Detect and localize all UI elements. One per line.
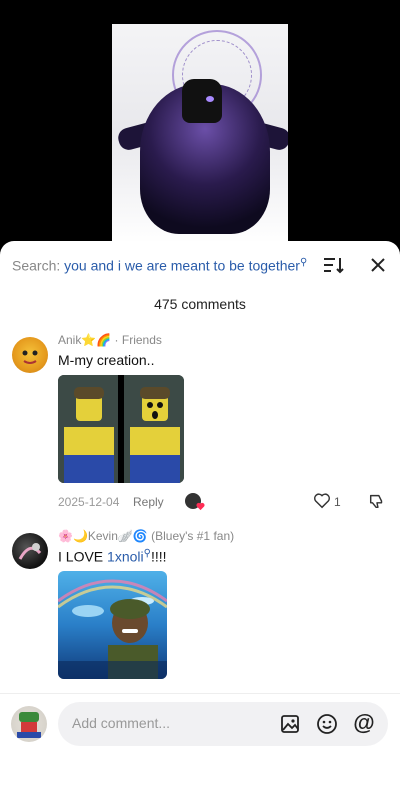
comment-search-link[interactable]: 1xnoli (107, 549, 144, 565)
comment-text: M-my creation.. (58, 352, 155, 368)
like-count: 1 (334, 495, 341, 509)
video-art-eye (206, 96, 214, 102)
search-magnifier-icon[interactable]: ⚲ (300, 257, 307, 268)
comment-username[interactable]: 🌸🌙Kevin🪽🌀 (Bluey's #1 fan) (58, 529, 234, 543)
video-frame[interactable] (112, 24, 288, 244)
heart-outline-icon[interactable] (313, 492, 331, 510)
reply-button[interactable]: Reply (133, 495, 164, 509)
comment-text: I LOVE 1xnoli⚲!!!! (58, 548, 167, 565)
image-icon[interactable] (280, 714, 300, 734)
close-icon[interactable] (368, 255, 388, 275)
comment-input[interactable]: Add comment... (58, 702, 388, 746)
sort-icon[interactable] (322, 255, 344, 275)
avatar[interactable] (12, 533, 48, 569)
comment-input-placeholder: Add comment... (72, 715, 171, 731)
comment-date: 2025-12-04 (58, 495, 120, 509)
my-avatar[interactable] (11, 706, 47, 742)
screen: Search: you and i we are meant to be tog… (0, 0, 400, 800)
emoji-icon[interactable] (316, 713, 338, 735)
at-icon[interactable]: @ (353, 712, 375, 734)
comment-composer: Add comment... (0, 693, 400, 800)
comment-text-suffix: !!!! (150, 548, 167, 565)
heart-badge-icon (196, 502, 205, 511)
my-avatar-art-icon (17, 712, 41, 738)
video-art-head (182, 79, 222, 123)
dislike-icon[interactable] (368, 492, 386, 510)
search-query[interactable]: you and i we are meant to be together (64, 258, 300, 274)
comment-text-prefix: I LOVE (58, 548, 108, 565)
comment-username[interactable]: Anik⭐🌈 · Friends (58, 333, 162, 347)
comment-image[interactable] (58, 375, 184, 483)
avatar-face-icon (22, 350, 38, 364)
comment-image[interactable] (58, 571, 167, 679)
comment-search-magnifier-icon[interactable]: ⚲ (144, 548, 151, 559)
search-prefix: Search: (12, 257, 61, 274)
avatar-art-icon (18, 543, 42, 560)
comments-count: 475 comments (154, 296, 246, 312)
search-bar[interactable]: Search: you and i we are meant to be tog… (12, 257, 307, 274)
avatar[interactable] (12, 337, 48, 373)
